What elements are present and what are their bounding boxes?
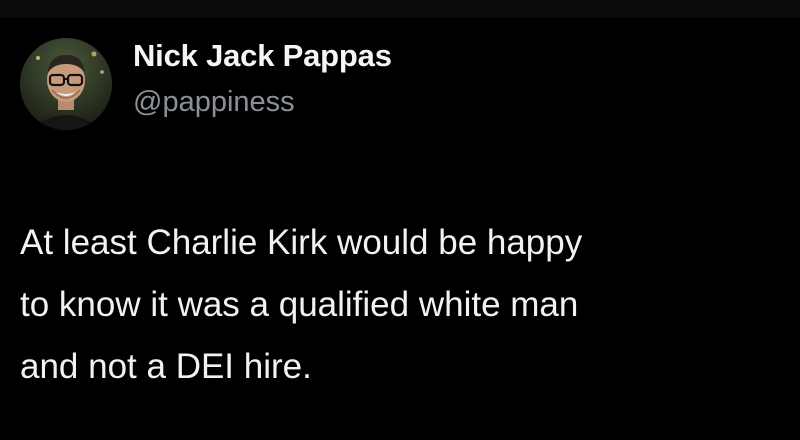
tweet-text: At least Charlie Kirk would be happy to … bbox=[20, 212, 780, 398]
tweet-text-line: At least Charlie Kirk would be happy bbox=[20, 223, 583, 262]
avatar[interactable] bbox=[20, 38, 112, 130]
author-handle[interactable]: @pappiness bbox=[133, 86, 295, 119]
author-name[interactable]: Nick Jack Pappas bbox=[133, 38, 392, 74]
avatar-photo bbox=[20, 38, 112, 130]
tweet-card: Nick Jack Pappas @pappiness At least Cha… bbox=[0, 0, 800, 440]
tweet-text-line: to know it was a qualified white man bbox=[20, 285, 579, 324]
tweet-text-line: and not a DEI hire. bbox=[20, 347, 312, 386]
